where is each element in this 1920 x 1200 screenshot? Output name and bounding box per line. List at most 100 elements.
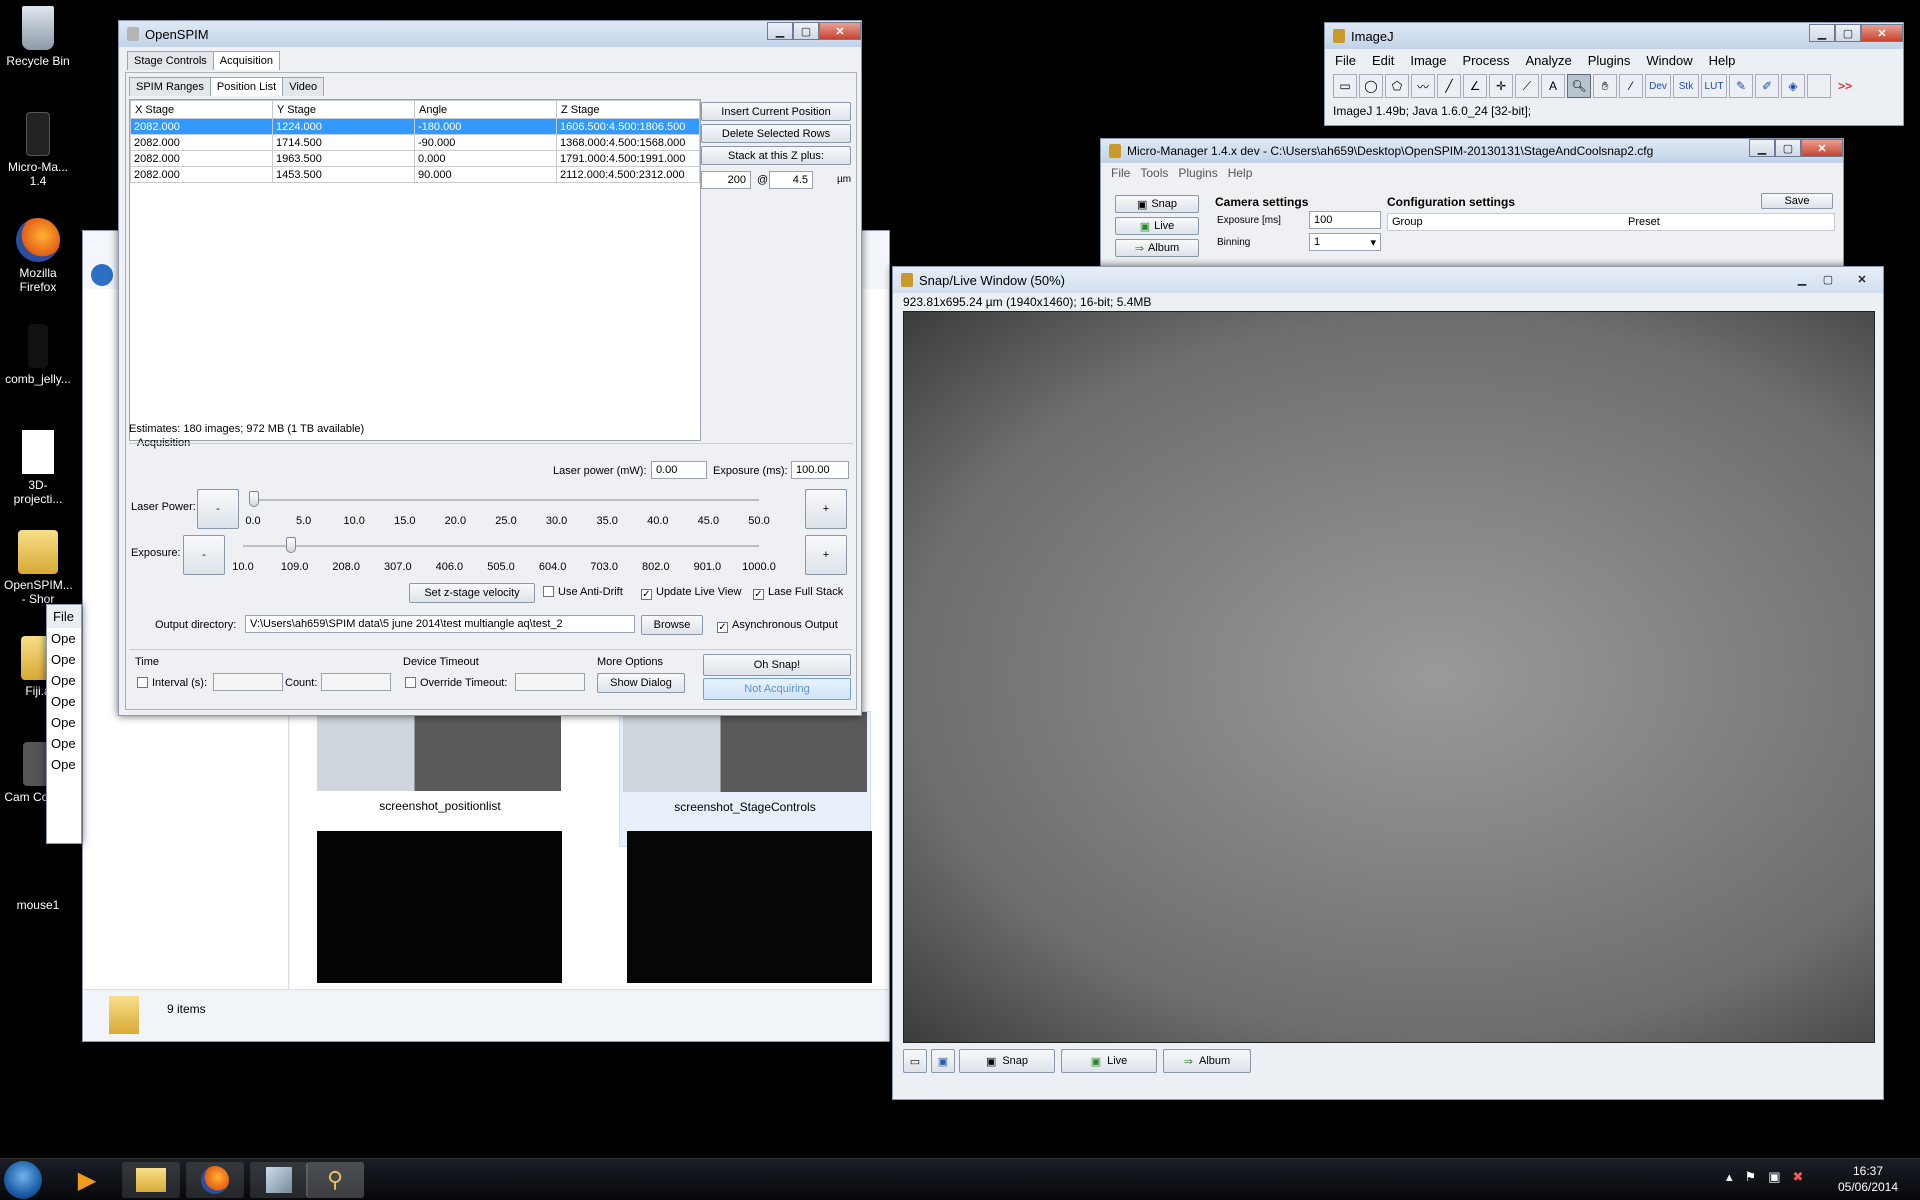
override-timeout-field[interactable] (515, 673, 585, 691)
minimize-button[interactable]: ▁ (1749, 139, 1775, 157)
thumbnail-dark-2[interactable] (627, 831, 872, 983)
table-cell[interactable]: -180.000 (414, 118, 557, 135)
save-button[interactable]: Save (1761, 193, 1833, 209)
table-cell[interactable]: 2082.000 (130, 166, 273, 183)
maximize-button[interactable]: ▢ (1835, 24, 1861, 42)
list-item[interactable]: Ope (51, 670, 81, 691)
asynchronous-output-checkbox[interactable]: ✓ Asynchronous Output (717, 619, 838, 633)
output-directory-field[interactable]: V:\Users\ah659\SPIM data\5 june 2014\tes… (245, 615, 635, 633)
save-image-button[interactable]: ▣ (931, 1049, 955, 1073)
thumbnail-dark-1[interactable] (317, 831, 562, 983)
stack-at-z-button[interactable]: Stack at this Z plus: (701, 146, 851, 165)
table-cell[interactable]: 1368.000:4.500:1568.000 (556, 134, 700, 151)
wand-tool-icon[interactable]: ⟋ (1515, 74, 1539, 98)
thumbnail-positionlist[interactable]: screenshot_positionlist (317, 711, 563, 847)
maximize-button[interactable]: ▢ (1775, 139, 1801, 157)
list-item[interactable]: Ope (51, 712, 81, 733)
interval-checkbox[interactable]: Interval (s): (137, 677, 207, 689)
laser-power-field[interactable]: 0.00 (651, 461, 707, 479)
table-cell[interactable]: 1606.500:4.500:1806.500 (556, 118, 700, 135)
open-folder-button[interactable]: ▭ (903, 1049, 927, 1073)
album-button[interactable]: ⇒ Album (1163, 1049, 1251, 1073)
tab-position-list[interactable]: Position List (209, 77, 284, 96)
menu-plugins[interactable]: Plugins (1588, 53, 1631, 68)
close-button[interactable]: ✕ (1861, 24, 1903, 42)
desktop-icon-openspim[interactable]: OpenSPIM... - Shor (4, 530, 73, 606)
action-center-flag-icon[interactable]: ⚑ (1745, 1169, 1757, 1185)
laser-power-minus-button[interactable]: - (197, 489, 239, 529)
delete-selected-rows-button[interactable]: Delete Selected Rows (701, 124, 851, 143)
count-field[interactable] (321, 673, 391, 691)
lut-tool-button[interactable]: LUT (1701, 74, 1727, 98)
list-item[interactable]: Ope (51, 649, 81, 670)
menu-file[interactable]: File (1335, 53, 1356, 68)
exposure-minus-button[interactable]: - (183, 535, 225, 575)
stack-step-stepper[interactable]: 4.5 (769, 171, 813, 189)
table-cell[interactable]: 1224.000 (272, 118, 415, 135)
zoom-tool-icon[interactable]: 🔍︎ (1567, 74, 1591, 98)
dev-tool-button[interactable]: Dev (1645, 74, 1671, 98)
more-tools-button[interactable]: >> (1833, 74, 1857, 98)
slider-thumb[interactable] (285, 537, 296, 553)
minimize-button[interactable]: ▁ (1809, 24, 1835, 42)
micromanager-titlebar[interactable]: Micro-Manager 1.4.x dev - C:\Users\ah659… (1101, 139, 1843, 163)
menu-help[interactable]: Help (1709, 53, 1736, 68)
table-cell[interactable]: 1453.500 (272, 166, 415, 183)
menu-tools[interactable]: Tools (1140, 166, 1168, 180)
laser-power-slider[interactable]: 0.0 5.0 10.0 15.0 20.0 25.0 30.0 35.0 40.0 45.0 50… (245, 489, 770, 535)
imagej-titlebar[interactable]: ImageJ ▁ ▢ ✕ (1325, 23, 1903, 49)
list-item[interactable]: Ope (51, 733, 81, 754)
table-row[interactable]: 2082.000 1453.500 90.000 2112.000:4.500:231… (130, 166, 700, 183)
table-row[interactable]: 2082.000 1963.500 0.000 1791.000:4.500:1991… (130, 150, 700, 167)
close-button[interactable]: ✕ (1801, 139, 1843, 157)
point-tool-icon[interactable]: ✛ (1489, 74, 1513, 98)
snap-live-titlebar[interactable]: Snap/Live Window (50%) ▁ ▢ ✕ (893, 267, 1883, 293)
taskbar-media-player[interactable]: ▶ (58, 1162, 116, 1198)
menu-analyze[interactable]: Analyze (1525, 53, 1571, 68)
column-preset[interactable]: Preset (1628, 216, 1660, 228)
taskbar-explorer[interactable] (122, 1162, 180, 1198)
side-window-menu[interactable]: File (47, 605, 81, 628)
volume-muted-icon[interactable]: ✖ (1792, 1169, 1803, 1185)
list-item[interactable]: Ope (51, 691, 81, 712)
network-icon[interactable]: ▣ (1768, 1169, 1780, 1185)
set-z-stage-velocity-button[interactable]: Set z-stage velocity (409, 583, 535, 603)
update-live-view-checkbox[interactable]: ✓ Update Live View (641, 586, 741, 600)
live-button[interactable]: ▣ Live (1061, 1049, 1157, 1073)
close-button[interactable]: ✕ (819, 22, 861, 40)
show-hidden-icons[interactable]: ▴ (1726, 1169, 1733, 1185)
column-z-stage[interactable]: Z Stage (556, 100, 700, 119)
table-row[interactable]: 2082.000 1224.000 -180.000 1606.500:4.500:1… (130, 118, 700, 135)
slider-thumb[interactable] (249, 491, 259, 507)
tab-video[interactable]: Video (282, 77, 325, 96)
oh-snap-button[interactable]: Oh Snap! (703, 654, 851, 676)
openspim-titlebar[interactable]: OpenSPIM ▁ ▢ ✕ (119, 21, 861, 47)
table-cell[interactable]: 2082.000 (130, 118, 273, 135)
column-y-stage[interactable]: Y Stage (272, 100, 415, 119)
table-cell[interactable]: 90.000 (414, 166, 557, 183)
list-item[interactable]: Ope (51, 754, 81, 775)
menu-edit[interactable]: Edit (1372, 53, 1394, 68)
thumbnail-stagecontrols[interactable]: screenshot_StageControls (619, 711, 871, 847)
desktop-icon-comb-jelly[interactable]: comb_jelly... (4, 324, 72, 386)
table-cell[interactable]: -90.000 (414, 134, 557, 151)
exposure-plus-button[interactable]: + (805, 535, 847, 575)
exposure-field[interactable]: 100.00 (791, 461, 849, 479)
exposure-field[interactable]: 100 (1309, 211, 1381, 229)
browse-button[interactable]: Browse (641, 615, 703, 635)
table-cell[interactable]: 2082.000 (130, 134, 273, 151)
angle-tool-icon[interactable]: ∠ (1463, 74, 1487, 98)
menu-help[interactable]: Help (1228, 166, 1253, 180)
close-button[interactable]: ✕ (1841, 270, 1883, 288)
taskbar-firefox[interactable] (186, 1162, 244, 1198)
acquire-button[interactable]: Not Acquiring (703, 678, 851, 700)
column-group[interactable]: Group (1392, 216, 1423, 228)
lase-full-stack-checkbox[interactable]: ✓ Lase Full Stack (753, 586, 843, 600)
taskbar-java-app[interactable] (250, 1162, 308, 1198)
hand-tool-icon[interactable]: ✋︎ (1593, 74, 1617, 98)
column-angle[interactable]: Angle (414, 100, 557, 119)
flood-fill-tool-icon[interactable]: ◈ (1781, 74, 1805, 98)
anti-drift-checkbox[interactable]: Use Anti-Drift (543, 586, 623, 598)
explorer-back-button[interactable] (91, 264, 113, 286)
desktop-icon-3d-projection[interactable]: 3D-projecti... (4, 430, 72, 506)
